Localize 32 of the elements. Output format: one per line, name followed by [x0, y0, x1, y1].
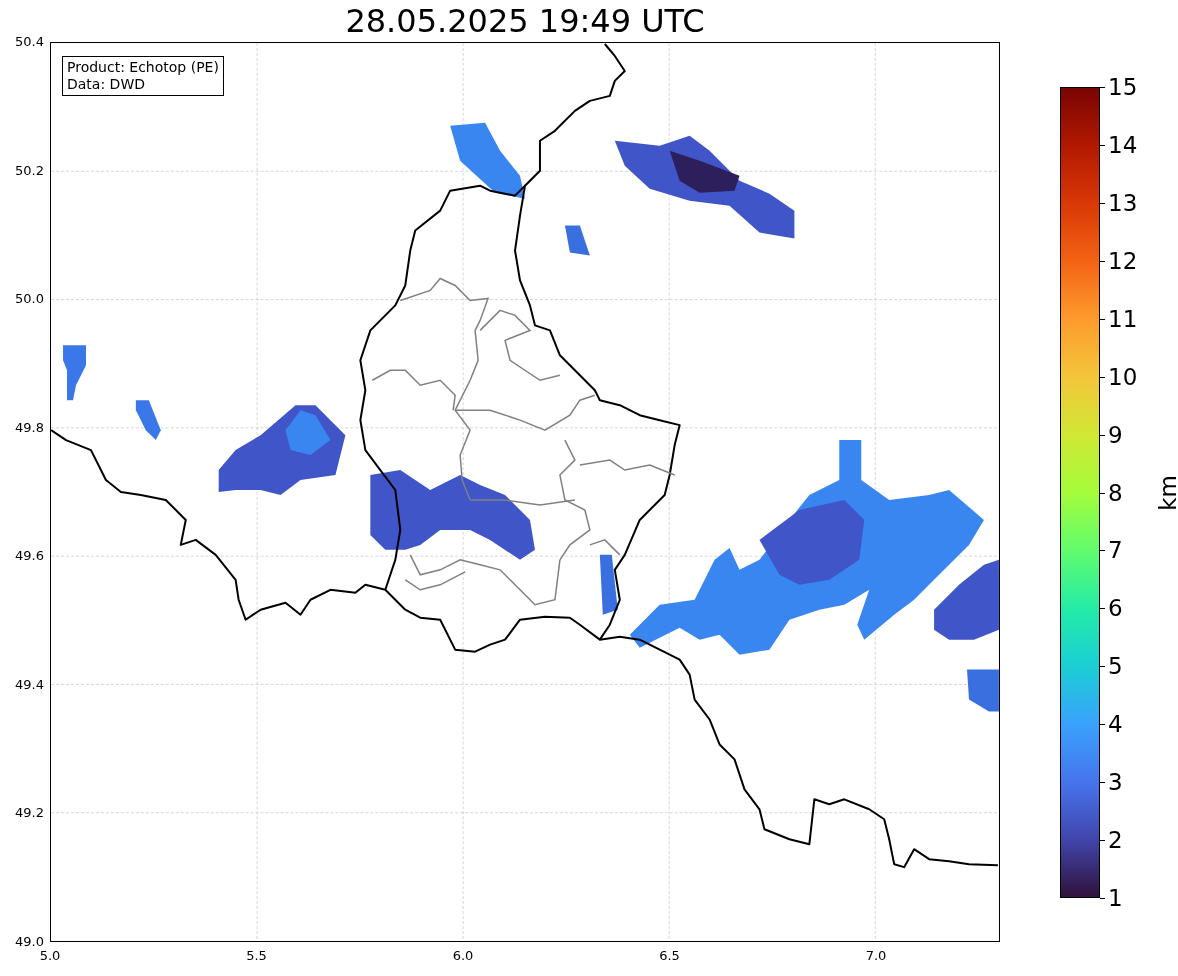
- longitude-tick-label: 5.5: [246, 948, 267, 964]
- colorbar-label: km: [1155, 474, 1178, 511]
- latitude-tick-label: 49.4: [15, 676, 44, 693]
- colorbar-tick-label: 5: [1108, 653, 1123, 680]
- colorbar-tick-label: 7: [1108, 537, 1123, 564]
- latitude-tick-label: 49.2: [15, 805, 44, 822]
- latitude-tick-label: 49.8: [15, 419, 44, 436]
- colorbar-tick-label: 1: [1108, 885, 1123, 911]
- colorbar-tick-label: 12: [1108, 247, 1138, 274]
- longitude-tick-label: 5.0: [39, 948, 61, 964]
- longitude-tick-label: 6.5: [659, 948, 680, 964]
- latitude-tick-label: 50.4: [15, 34, 44, 50]
- colorbar-tick-label: 8: [1108, 479, 1123, 506]
- chart-title: 28.05.2025 19:49 UTC: [344, 1, 706, 42]
- colorbar-tick-label: 11: [1108, 305, 1138, 332]
- colorbar-tick-label: 3: [1108, 769, 1123, 796]
- latitude-tick-label: 50.0: [15, 291, 44, 308]
- colorbar-tick-label: 2: [1108, 827, 1123, 854]
- longitude-tick-label: 7.0: [865, 948, 887, 964]
- colorbar-tick-label: 4: [1108, 711, 1123, 738]
- longitude-tick-label: 6.0: [452, 948, 474, 964]
- colorbar-tick-label: 15: [1108, 74, 1138, 100]
- colorbar-tick-label: 10: [1108, 363, 1138, 390]
- latitude-tick-label: 49.6: [15, 548, 44, 565]
- colorbar-tick-label: 6: [1108, 595, 1123, 622]
- colorbar-tick-label: 14: [1108, 131, 1138, 158]
- colorbar-tick-label: 13: [1108, 189, 1138, 216]
- legend-text: Product: Echotop (PE): [67, 59, 219, 76]
- latitude-tick-label: 50.2: [15, 162, 44, 179]
- legend-text: Data: DWD: [67, 76, 146, 93]
- colorbar-tick-label: 9: [1108, 421, 1123, 448]
- latitude-tick-label: 49.0: [15, 934, 44, 950]
